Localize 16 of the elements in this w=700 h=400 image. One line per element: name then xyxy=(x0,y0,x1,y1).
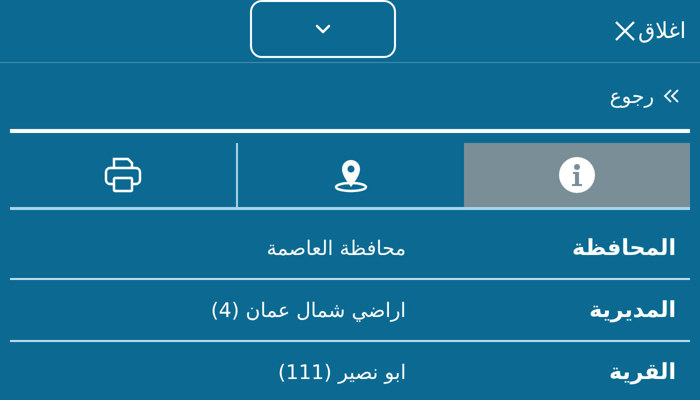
field-label: المحافظة xyxy=(571,236,676,260)
chevron-down-icon xyxy=(315,24,331,34)
field-value: اراضي شمال عمان (4) xyxy=(210,298,406,322)
field-value: ابو نصير (111) xyxy=(278,360,406,384)
close-icon xyxy=(614,20,636,42)
info-icon xyxy=(558,156,596,194)
location-pin-icon xyxy=(333,157,369,193)
field-label: المديرية xyxy=(588,298,676,322)
double-chevron-icon xyxy=(662,88,680,104)
field-value: محافظة العاصمة xyxy=(266,236,406,260)
tab[interactable] xyxy=(464,143,690,207)
printer-icon xyxy=(103,156,143,194)
field-label: القرية xyxy=(608,360,676,384)
close-button[interactable]: اغلاق xyxy=(614,18,686,44)
collapse-button[interactable] xyxy=(250,0,396,58)
back-button[interactable]: رجوع xyxy=(610,84,680,108)
